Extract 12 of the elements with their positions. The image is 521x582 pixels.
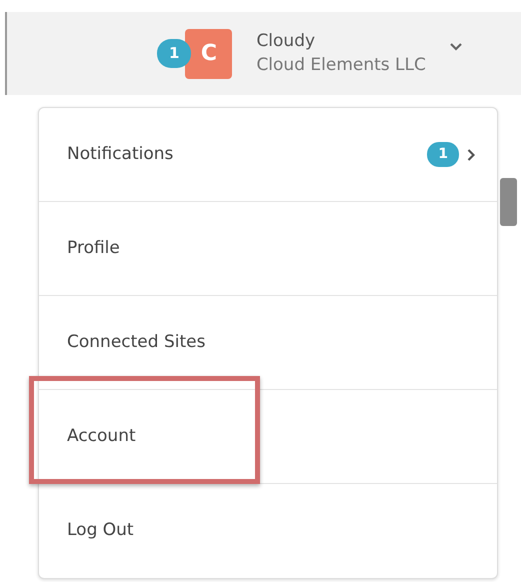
menu-item[interactable]: Account bbox=[67, 424, 136, 450]
user-name: Cloudy bbox=[256, 30, 316, 53]
notification-count-badge: 1 bbox=[427, 142, 459, 167]
menu-item[interactable]: Notifications bbox=[67, 142, 174, 168]
notification-count-badge: 1 bbox=[157, 39, 192, 68]
scrollbar-thumb[interactable] bbox=[500, 178, 517, 226]
company-name: Cloud Elements LLC bbox=[256, 54, 426, 76]
chevron-down-icon[interactable] bbox=[450, 42, 462, 50]
menu-item[interactable]: Log Out bbox=[67, 518, 134, 544]
menu-item[interactable]: Connected Sites bbox=[67, 330, 206, 356]
menu-item[interactable]: Profile bbox=[67, 236, 120, 262]
avatar: C bbox=[185, 28, 232, 78]
